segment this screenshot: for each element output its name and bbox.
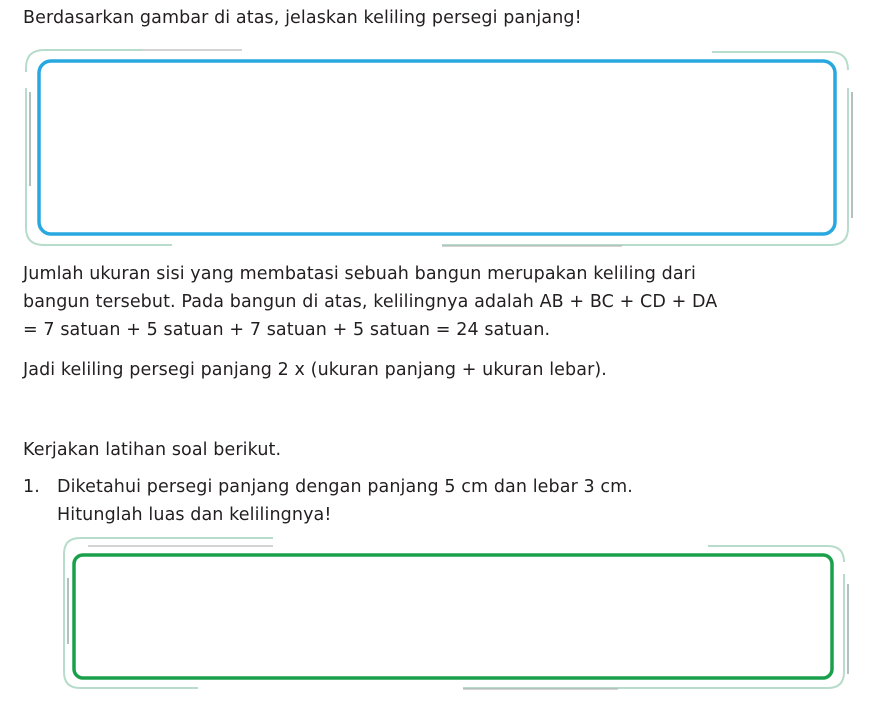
explanation-line-3: = 7 satuan + 5 satuan + 7 satuan + 5 sat… <box>23 320 551 340</box>
explanation-line-2: bangun tersebut. Pada bangun di atas, ke… <box>23 292 718 312</box>
exercise-item-line-1: Diketahui persegi panjang dengan panjang… <box>57 477 633 497</box>
exercise-item-number: 1. <box>23 477 40 497</box>
exercise-item-line-2: Hitunglah luas dan kelilingnya! <box>57 505 332 525</box>
exercise-instruction: Kerjakan latihan soal berikut. <box>23 440 282 460</box>
answer-box-blue[interactable] <box>22 48 855 248</box>
explanation-line-1: Jumlah ukuran sisi yang membatasi sebuah… <box>23 264 696 284</box>
answer-box-green-frame <box>63 537 849 690</box>
answer-box-green[interactable] <box>58 534 858 694</box>
answer-box-blue-frame <box>25 49 853 247</box>
question-prompt: Berdasarkan gambar di atas, jelaskan kel… <box>23 8 582 28</box>
explanation-line-4: Jadi keliling persegi panjang 2 x (ukura… <box>23 360 607 380</box>
